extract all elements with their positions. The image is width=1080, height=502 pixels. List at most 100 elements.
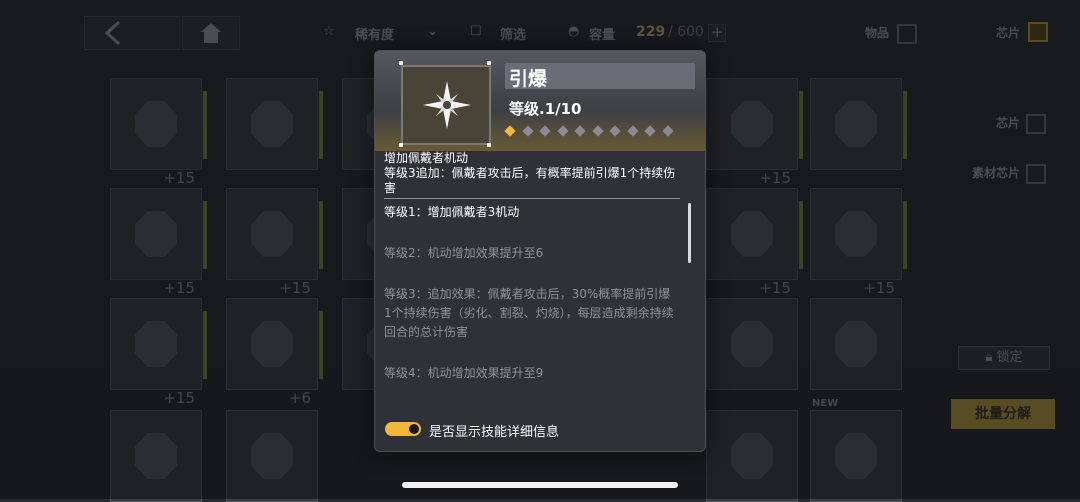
add-capacity-button[interactable]: + (708, 23, 726, 42)
grid-item[interactable]: +15 (706, 188, 803, 297)
level-pip (609, 125, 621, 137)
level-effect: 等级4：机动增加效果提升至9 (384, 366, 544, 380)
filter-label[interactable]: 筛选 (500, 24, 526, 43)
grid-item[interactable]: +15 (226, 188, 323, 297)
grid-item[interactable]: +15 (810, 188, 907, 297)
grade-bar (903, 201, 907, 269)
frame-corner (399, 143, 403, 147)
frame-corner (487, 61, 491, 65)
chip-icon (835, 433, 877, 479)
rarity-sort[interactable]: 稀有度 (355, 24, 394, 43)
burst-star-icon (423, 81, 471, 129)
chip-tab-label[interactable]: 芯片 (996, 24, 1020, 41)
grid-item[interactable]: +15 (110, 298, 207, 407)
lock-button[interactable]: 🔒︎ 锁定 (958, 346, 1050, 370)
enhance-level: +15 (759, 169, 791, 187)
grid-item[interactable]: +15 (706, 78, 803, 187)
grade-bar (203, 311, 207, 379)
home-icon (201, 23, 221, 43)
skill-icon-frame (401, 65, 491, 145)
chevron-left-icon (104, 20, 121, 46)
items-tab-label[interactable]: 物品 (865, 24, 889, 41)
chip-icon (135, 321, 177, 367)
chip-icon (731, 101, 773, 147)
grade-bar (203, 91, 207, 159)
chip-icon (135, 211, 177, 257)
enhance-level: +15 (163, 279, 195, 297)
grade-bar (903, 91, 907, 159)
home-indicator[interactable] (402, 482, 678, 488)
grid-item[interactable] (706, 410, 798, 502)
chip-side-icon[interactable] (1026, 114, 1046, 134)
items-tab-icon[interactable] (897, 24, 917, 44)
chip-icon (731, 211, 773, 257)
summary-line: 等级3追加：佩戴者攻击后，有概率提前引爆1个持续伤害 (384, 166, 676, 195)
capacity-icon: ◓ (568, 24, 580, 39)
skill-level: 等级.1/10 (509, 100, 582, 118)
chip-icon (251, 321, 293, 367)
material-chip-label[interactable]: 素材芯片 (972, 164, 1020, 181)
toggle-knob (409, 424, 419, 434)
level-pip (556, 125, 569, 137)
grade-bar (319, 201, 323, 269)
chip-icon (251, 101, 293, 147)
batch-dismantle-button[interactable]: 批量分解 (951, 399, 1055, 429)
skill-name: 引爆 (509, 68, 548, 90)
grid-item[interactable]: +15 (110, 78, 207, 187)
level-pip (574, 125, 586, 137)
summary-line: 增加佩戴者机动 (384, 151, 469, 165)
chip-icon (135, 433, 177, 479)
new-badge: NEW (812, 398, 839, 409)
home-button[interactable] (182, 16, 240, 50)
level-effects-list[interactable]: 等级1：增加佩戴者3机动 等级2：机动增加效果提升至6 等级3：追加效果：佩戴者… (384, 203, 674, 405)
level-pip (539, 125, 551, 137)
capacity-label: 容量 (589, 28, 616, 43)
skill-detail-popup: 引爆 等级.1/10 增加佩戴者机动 等级3追加：佩戴者攻击后，有概率提前引爆1… (374, 50, 706, 452)
chip-icon (135, 101, 177, 147)
grid-item[interactable] (810, 298, 902, 390)
chip-side-label[interactable]: 芯片 (996, 114, 1020, 131)
chip-icon (731, 433, 773, 479)
grid-item[interactable] (810, 78, 907, 170)
level-effect: 等级1：增加佩戴者3机动 (384, 205, 520, 219)
enhance-level: +15 (759, 279, 791, 297)
detail-toggle[interactable] (385, 422, 421, 436)
back-button[interactable] (84, 16, 180, 50)
grade-bar (799, 201, 803, 269)
star-icon: ☆ (323, 24, 335, 39)
grid-item[interactable] (226, 78, 323, 170)
chip-icon (251, 433, 293, 479)
divider (384, 198, 680, 199)
grade-bar (799, 91, 803, 159)
level-pip (626, 125, 639, 137)
chip-icon (251, 211, 293, 257)
toggle-label: 是否显示技能详细信息 (429, 425, 560, 440)
grid-item[interactable]: +15 (110, 188, 207, 297)
capacity-current: 229 (636, 24, 666, 40)
capacity-max: / 600 (668, 24, 704, 40)
grid-item[interactable] (810, 410, 902, 502)
frame-corner (399, 61, 403, 65)
chip-icon (731, 321, 773, 367)
enhance-level: +15 (279, 279, 311, 297)
scrollbar[interactable] (688, 203, 691, 263)
chip-tab-icon[interactable] (1028, 22, 1048, 42)
popup-header: 引爆 等级.1/10 (375, 51, 705, 151)
level-pip (591, 125, 604, 137)
filter-checkbox-icon[interactable]: ☐ (470, 24, 482, 39)
lock-icon: 🔒︎ (985, 350, 997, 365)
grid-item[interactable]: +6 (226, 298, 323, 407)
sort-arrow-icon[interactable]: ⌄ (427, 24, 438, 39)
material-chip-icon[interactable] (1026, 164, 1046, 184)
grade-bar (319, 311, 323, 379)
grid-item[interactable] (110, 410, 202, 502)
grid-item[interactable] (226, 410, 318, 502)
chip-icon (835, 321, 877, 367)
grid-item[interactable] (706, 298, 798, 390)
level-effect: 等级2：机动增加效果提升至6 (384, 246, 544, 260)
level-effect: 等级3：追加效果：佩戴者攻击后，30%概率提前引爆1个持续伤害（劣化、割裂、灼烧… (384, 287, 674, 339)
grade-bar (319, 91, 323, 159)
enhance-level: +15 (863, 279, 895, 297)
enhance-level: +15 (163, 169, 195, 187)
level-pip (521, 125, 534, 137)
